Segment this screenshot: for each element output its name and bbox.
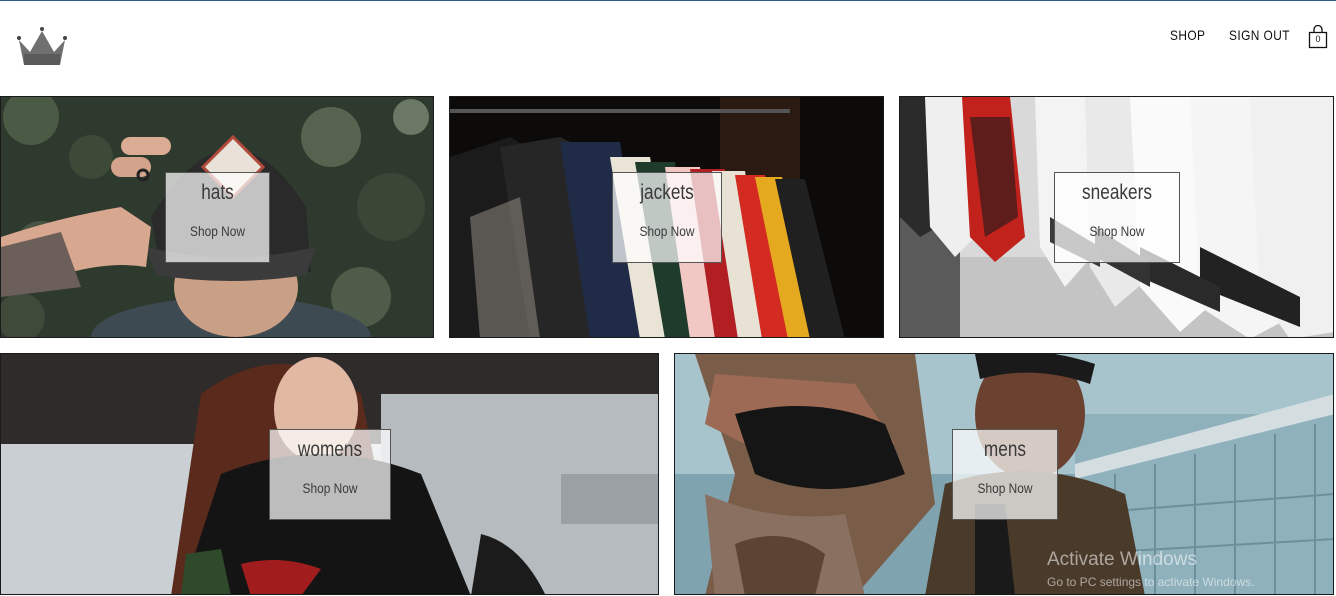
nav-shop-link[interactable]: SHOP xyxy=(1170,27,1205,43)
jackets-label-box[interactable]: jackets Shop Now xyxy=(612,172,722,263)
menu-item-hats[interactable]: hats Shop Now xyxy=(0,96,434,338)
shopping-bag-icon[interactable]: 0 xyxy=(1307,24,1329,49)
menu-item-womens[interactable]: womens Shop Now xyxy=(0,353,659,595)
mens-shop-now[interactable]: Shop Now xyxy=(961,480,1049,496)
sneakers-label-box[interactable]: sneakers Shop Now xyxy=(1054,172,1180,263)
cart-item-count: 0 xyxy=(1315,34,1321,44)
sneakers-title: sneakers xyxy=(1082,181,1152,204)
hats-title: hats xyxy=(201,181,234,204)
mens-label-box[interactable]: mens Shop Now xyxy=(952,429,1058,520)
menu-item-mens[interactable]: mens Shop Now xyxy=(674,353,1334,595)
mens-title: mens xyxy=(983,438,1027,461)
jackets-shop-now[interactable]: Shop Now xyxy=(621,223,713,239)
hats-label-box[interactable]: hats Shop Now xyxy=(165,172,270,263)
menu-item-jackets[interactable]: jackets Shop Now xyxy=(449,96,884,338)
womens-label-box[interactable]: womens Shop Now xyxy=(269,429,391,520)
crown-logo-icon[interactable] xyxy=(16,26,68,68)
sneakers-shop-now[interactable]: Shop Now xyxy=(1064,223,1169,239)
jackets-title: jackets xyxy=(640,181,694,204)
hats-shop-now[interactable]: Shop Now xyxy=(174,223,262,239)
header: SHOP SIGN OUT 0 xyxy=(0,1,1336,96)
menu-item-sneakers[interactable]: sneakers Shop Now xyxy=(899,96,1334,338)
womens-title: womens xyxy=(297,438,363,461)
nav-sign-out-link[interactable]: SIGN OUT xyxy=(1229,27,1290,43)
womens-shop-now[interactable]: Shop Now xyxy=(279,480,381,496)
